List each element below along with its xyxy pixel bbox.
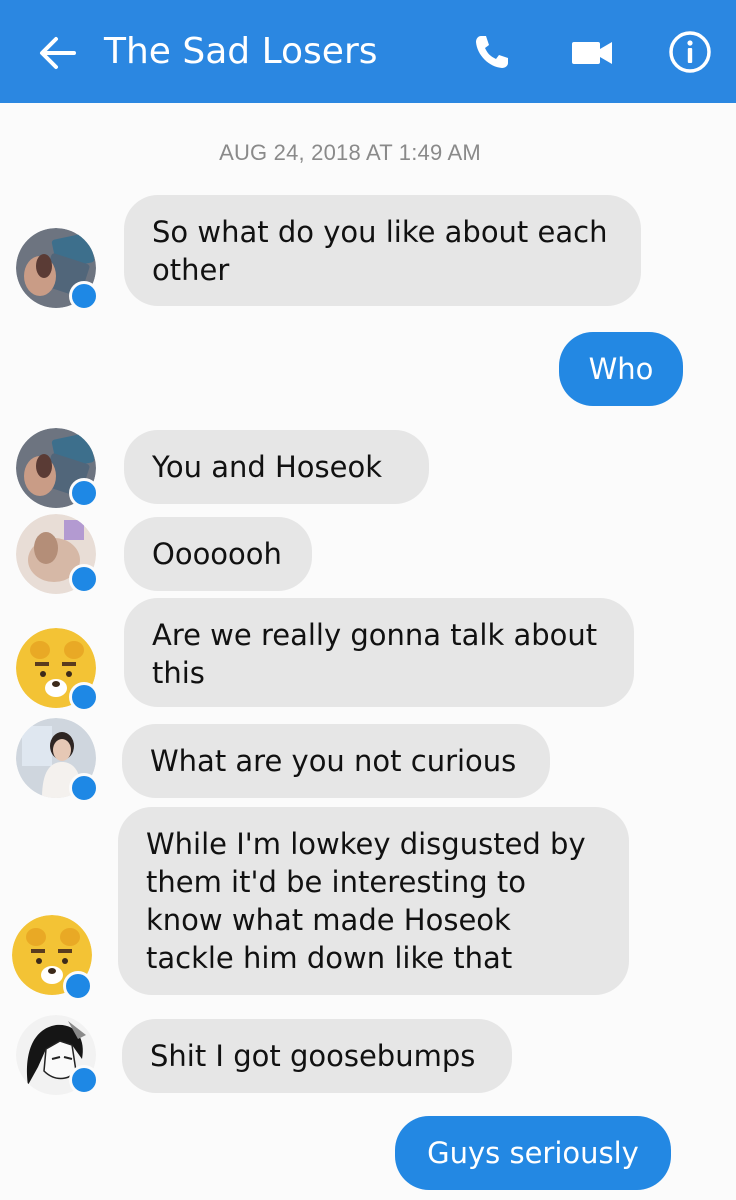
message-row: Shit I got goosebumps xyxy=(0,1015,736,1095)
message-text: You and Hoseok xyxy=(152,450,383,484)
video-camera-icon xyxy=(572,42,612,64)
messenger-badge xyxy=(63,971,93,1001)
messenger-badge xyxy=(69,281,99,311)
message-bubble[interactable]: Ooooooh xyxy=(124,517,312,591)
messenger-badge xyxy=(69,773,99,803)
info-button[interactable] xyxy=(666,28,714,76)
message-text: What are you not curious xyxy=(150,744,517,778)
message-text: Ooooooh xyxy=(152,537,282,571)
message-text: Shit I got goosebumps xyxy=(150,1039,476,1073)
message-bubble[interactable]: Guys seriously xyxy=(395,1116,671,1190)
message-row: So what do you like about each other xyxy=(0,195,736,311)
message-bubble[interactable]: Are we really gonna talk about this xyxy=(124,598,634,707)
message-row: You and Hoseok xyxy=(0,428,736,508)
message-bubble[interactable]: What are you not curious xyxy=(122,724,550,798)
message-row: Are we really gonna talk about this xyxy=(0,598,736,712)
messenger-badge xyxy=(69,1065,99,1095)
back-button[interactable] xyxy=(34,30,80,76)
message-text: Who xyxy=(588,352,654,386)
messenger-badge xyxy=(69,564,99,594)
message-text: Are we really gonna talk about this xyxy=(152,618,598,690)
message-text: So what do you like about each other xyxy=(152,215,608,287)
video-call-button[interactable] xyxy=(568,28,616,76)
call-button[interactable] xyxy=(468,28,516,76)
message-row: Guys seriously xyxy=(0,1116,736,1190)
info-icon xyxy=(669,31,711,73)
message-bubble[interactable]: Shit I got goosebumps xyxy=(122,1019,512,1093)
message-bubble[interactable]: While I'm lowkey disgusted by them it'd … xyxy=(118,807,629,995)
conversation-timestamp: AUG 24, 2018 AT 1:49 AM xyxy=(219,140,481,165)
message-row: While I'm lowkey disgusted by them it'd … xyxy=(0,807,736,1001)
message-text: Guys seriously xyxy=(427,1136,639,1170)
message-row: What are you not curious xyxy=(0,718,736,803)
message-row: Ooooooh xyxy=(0,514,736,594)
message-row: Who xyxy=(0,332,736,406)
message-bubble[interactable]: Who xyxy=(559,332,683,406)
conversation-title: The Sad Losers xyxy=(104,31,378,72)
arrow-left-icon xyxy=(40,37,76,69)
phone-icon xyxy=(476,36,508,68)
messenger-badge xyxy=(69,478,99,508)
chat-header: The Sad Losers xyxy=(0,0,736,103)
messenger-badge xyxy=(69,682,99,712)
message-text: While I'm lowkey disgusted by them it'd … xyxy=(146,827,586,975)
message-bubble[interactable]: So what do you like about each other xyxy=(124,195,641,306)
message-bubble[interactable]: You and Hoseok xyxy=(124,430,429,504)
